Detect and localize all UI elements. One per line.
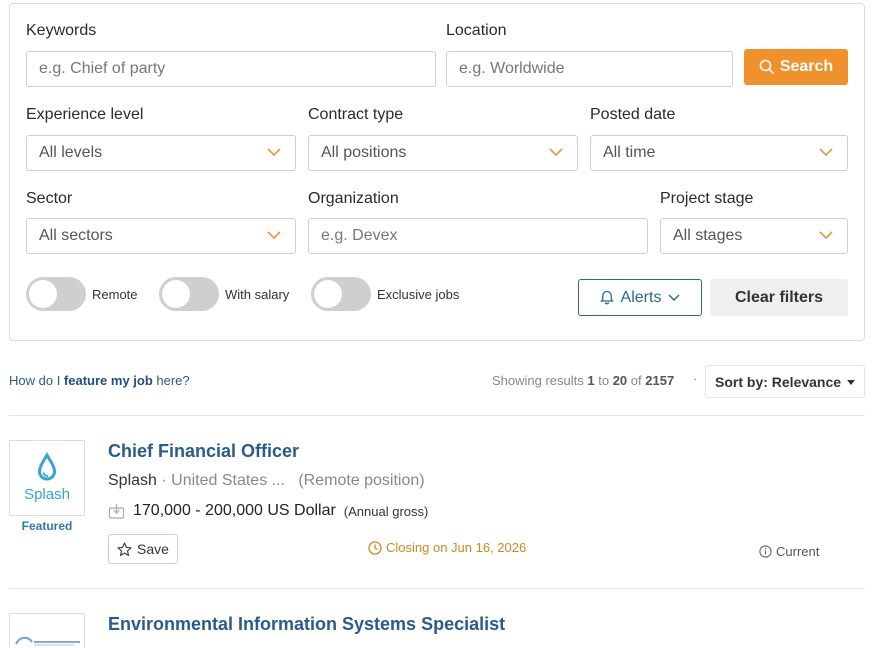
contract-label: Contract type <box>308 106 404 123</box>
closing-date: Closing on Jun 16, 2026 <box>368 540 526 555</box>
keywords-label: Keywords <box>26 22 97 39</box>
contract-value: All positions <box>321 144 407 161</box>
alerts-button[interactable]: Alerts <box>578 279 702 316</box>
salary-toggle-label: With salary <box>225 286 290 302</box>
sector-value: All sectors <box>39 227 113 244</box>
exclusive-toggle[interactable]: Exclusive jobs <box>311 277 459 311</box>
switch-knob <box>314 280 342 308</box>
bell-icon <box>599 290 614 305</box>
logo-text: Splash <box>24 486 70 503</box>
filters-panel: Keywords Location Search Experience leve… <box>9 3 865 341</box>
divider <box>9 588 865 589</box>
clock-icon <box>368 540 382 555</box>
search-button[interactable]: Search <box>744 49 848 85</box>
job-salary: 170,000 - 200,000 US Dollar (Annual gros… <box>108 502 428 520</box>
posted-select[interactable]: All time <box>590 135 848 171</box>
keywords-field[interactable] <box>26 51 436 87</box>
feature-job-link[interactable]: How do I feature my job here? <box>9 373 190 388</box>
star-icon <box>117 541 132 556</box>
chevron-down-icon <box>549 148 563 157</box>
save-button[interactable]: Save <box>108 534 178 564</box>
caret-down-icon <box>847 380 855 385</box>
results-count: Showing results 1 to 20 of 2157 <box>492 373 674 388</box>
organization-field[interactable] <box>308 218 648 254</box>
remote-switch[interactable] <box>26 277 86 311</box>
results-to: 20 <box>612 373 628 388</box>
salary-toggle[interactable]: With salary <box>159 277 289 311</box>
location-input[interactable] <box>459 60 720 78</box>
splash-logo-icon: Splash <box>24 451 70 503</box>
results-of-word: of <box>627 373 646 388</box>
keywords-input[interactable] <box>39 60 423 78</box>
location-field[interactable] <box>446 51 733 87</box>
chevron-down-icon <box>668 293 680 301</box>
divider <box>9 415 865 416</box>
search-label: Search <box>779 58 834 75</box>
results-showing: Showing results <box>492 373 588 388</box>
search-icon <box>759 59 774 75</box>
feature-link-pre: How do I <box>9 373 64 388</box>
sector-select[interactable]: All sectors <box>26 218 296 254</box>
salary-range: 170,000 - 200,000 US Dollar <box>133 502 336 519</box>
organization-label: Organization <box>308 190 399 207</box>
sector-label: Sector <box>26 190 73 207</box>
posted-label: Posted date <box>590 106 676 123</box>
organization-input[interactable] <box>321 227 635 245</box>
stage-select[interactable]: All stages <box>660 218 848 254</box>
chevron-down-icon <box>819 231 833 240</box>
featured-badge: Featured <box>21 519 73 533</box>
nes-logo-icon <box>15 636 80 646</box>
exclusive-switch[interactable] <box>311 277 371 311</box>
sort-dropdown[interactable]: Sort by: Relevance <box>705 365 865 398</box>
clear-filters-button[interactable]: Clear filters <box>710 279 848 316</box>
location-label: Location <box>446 22 507 39</box>
contract-select[interactable]: All positions <box>308 135 578 171</box>
job-status: Current <box>759 544 819 559</box>
chevron-down-icon <box>819 148 833 157</box>
remote-toggle-label: Remote <box>92 286 138 302</box>
chevron-down-icon <box>267 148 281 157</box>
switch-knob <box>29 280 57 308</box>
chevron-down-icon <box>267 231 281 240</box>
status-text: Current <box>776 544 820 559</box>
alerts-label: Alerts <box>620 288 662 306</box>
switch-knob <box>162 280 190 308</box>
sort-label: Sort by: Relevance <box>715 373 842 390</box>
company-logo[interactable]: Splash <box>9 440 85 516</box>
salary-icon <box>108 503 125 519</box>
stage-label: Project stage <box>660 190 754 207</box>
job-remote: (Remote position) <box>298 472 425 489</box>
experience-select[interactable]: All levels <box>26 135 296 171</box>
salary-switch[interactable] <box>159 277 219 311</box>
feature-link-bold: feature my job <box>63 373 153 388</box>
save-label: Save <box>137 541 169 557</box>
posted-value: All time <box>603 144 656 161</box>
results-total: 2157 <box>645 373 675 388</box>
job-meta: Splash · United States ... (Remote posit… <box>108 472 425 490</box>
stage-value: All stages <box>673 227 743 244</box>
experience-value: All levels <box>39 144 103 161</box>
results-from: 1 <box>587 373 595 388</box>
closing-text: Closing on Jun 16, 2026 <box>386 540 527 555</box>
job-location: · United States ... <box>156 472 285 489</box>
experience-label: Experience level <box>26 106 144 123</box>
job-org-link[interactable]: Splash <box>108 472 157 489</box>
company-logo[interactable] <box>9 613 85 648</box>
exclusive-toggle-label: Exclusive jobs <box>377 286 460 302</box>
info-icon <box>759 545 772 558</box>
salary-note: (Annual gross) <box>343 503 429 519</box>
results-to-word: to <box>594 373 613 388</box>
separator-dot: · <box>693 371 698 386</box>
job-title-link[interactable]: Environmental Information Systems Specia… <box>108 614 505 635</box>
remote-toggle[interactable]: Remote <box>26 277 138 311</box>
feature-link-post: here? <box>152 373 190 388</box>
job-title-link[interactable]: Chief Financial Officer <box>108 441 299 462</box>
